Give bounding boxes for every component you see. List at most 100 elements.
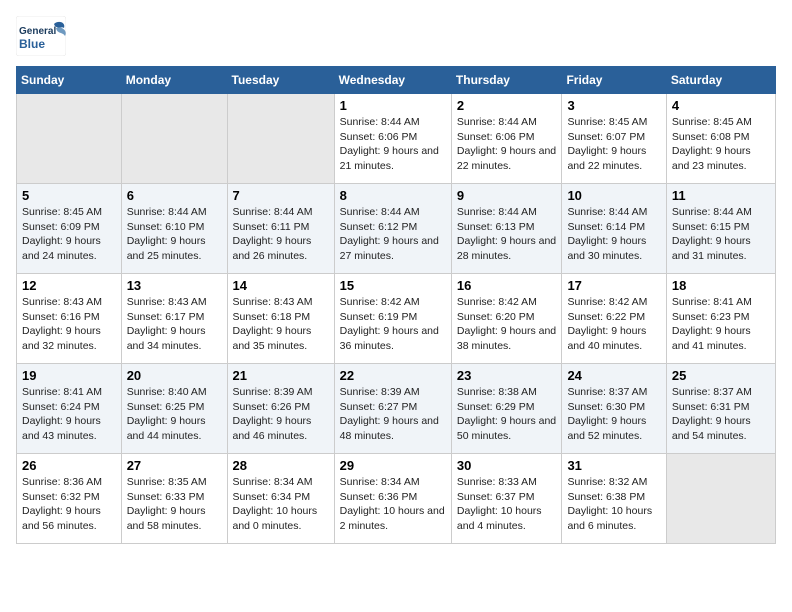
day-cell: 14 Sunrise: 8:43 AMSunset: 6:18 PMDaylig… xyxy=(227,274,334,364)
day-cell: 25 Sunrise: 8:37 AMSunset: 6:31 PMDaylig… xyxy=(666,364,775,454)
week-row-5: 26 Sunrise: 8:36 AMSunset: 6:32 PMDaylig… xyxy=(17,454,776,544)
day-cell: 22 Sunrise: 8:39 AMSunset: 6:27 PMDaylig… xyxy=(334,364,451,454)
day-info: Sunrise: 8:36 AMSunset: 6:32 PMDaylight:… xyxy=(22,476,102,532)
day-cell xyxy=(666,454,775,544)
logo-icon: General Blue xyxy=(16,16,66,56)
day-info: Sunrise: 8:35 AMSunset: 6:33 PMDaylight:… xyxy=(127,476,207,532)
day-info: Sunrise: 8:37 AMSunset: 6:31 PMDaylight:… xyxy=(672,386,752,442)
day-number: 7 xyxy=(233,188,329,203)
day-number: 20 xyxy=(127,368,222,383)
col-header-monday: Monday xyxy=(121,67,227,94)
day-info: Sunrise: 8:44 AMSunset: 6:06 PMDaylight:… xyxy=(340,116,439,172)
day-info: Sunrise: 8:45 AMSunset: 6:08 PMDaylight:… xyxy=(672,116,752,172)
day-number: 30 xyxy=(457,458,557,473)
day-cell: 21 Sunrise: 8:39 AMSunset: 6:26 PMDaylig… xyxy=(227,364,334,454)
day-number: 13 xyxy=(127,278,222,293)
col-header-thursday: Thursday xyxy=(451,67,562,94)
day-info: Sunrise: 8:41 AMSunset: 6:23 PMDaylight:… xyxy=(672,296,752,352)
col-header-wednesday: Wednesday xyxy=(334,67,451,94)
day-info: Sunrise: 8:32 AMSunset: 6:38 PMDaylight:… xyxy=(567,476,652,532)
day-cell: 5 Sunrise: 8:45 AMSunset: 6:09 PMDayligh… xyxy=(17,184,122,274)
day-cell: 16 Sunrise: 8:42 AMSunset: 6:20 PMDaylig… xyxy=(451,274,562,364)
day-number: 19 xyxy=(22,368,116,383)
day-cell: 31 Sunrise: 8:32 AMSunset: 6:38 PMDaylig… xyxy=(562,454,666,544)
calendar-table: SundayMondayTuesdayWednesdayThursdayFrid… xyxy=(16,66,776,544)
day-cell: 27 Sunrise: 8:35 AMSunset: 6:33 PMDaylig… xyxy=(121,454,227,544)
week-row-2: 5 Sunrise: 8:45 AMSunset: 6:09 PMDayligh… xyxy=(17,184,776,274)
day-info: Sunrise: 8:42 AMSunset: 6:19 PMDaylight:… xyxy=(340,296,439,352)
day-info: Sunrise: 8:45 AMSunset: 6:09 PMDaylight:… xyxy=(22,206,102,262)
week-row-1: 1 Sunrise: 8:44 AMSunset: 6:06 PMDayligh… xyxy=(17,94,776,184)
day-number: 27 xyxy=(127,458,222,473)
day-cell: 24 Sunrise: 8:37 AMSunset: 6:30 PMDaylig… xyxy=(562,364,666,454)
day-info: Sunrise: 8:38 AMSunset: 6:29 PMDaylight:… xyxy=(457,386,556,442)
day-cell: 28 Sunrise: 8:34 AMSunset: 6:34 PMDaylig… xyxy=(227,454,334,544)
day-number: 10 xyxy=(567,188,660,203)
col-header-saturday: Saturday xyxy=(666,67,775,94)
day-cell: 1 Sunrise: 8:44 AMSunset: 6:06 PMDayligh… xyxy=(334,94,451,184)
day-info: Sunrise: 8:43 AMSunset: 6:16 PMDaylight:… xyxy=(22,296,102,352)
day-number: 23 xyxy=(457,368,557,383)
day-cell: 2 Sunrise: 8:44 AMSunset: 6:06 PMDayligh… xyxy=(451,94,562,184)
day-info: Sunrise: 8:42 AMSunset: 6:20 PMDaylight:… xyxy=(457,296,556,352)
day-number: 15 xyxy=(340,278,446,293)
day-info: Sunrise: 8:41 AMSunset: 6:24 PMDaylight:… xyxy=(22,386,102,442)
day-number: 29 xyxy=(340,458,446,473)
svg-text:Blue: Blue xyxy=(19,37,45,51)
day-cell: 9 Sunrise: 8:44 AMSunset: 6:13 PMDayligh… xyxy=(451,184,562,274)
day-info: Sunrise: 8:44 AMSunset: 6:11 PMDaylight:… xyxy=(233,206,313,262)
day-info: Sunrise: 8:44 AMSunset: 6:15 PMDaylight:… xyxy=(672,206,752,262)
day-info: Sunrise: 8:39 AMSunset: 6:26 PMDaylight:… xyxy=(233,386,313,442)
day-number: 25 xyxy=(672,368,770,383)
day-info: Sunrise: 8:43 AMSunset: 6:18 PMDaylight:… xyxy=(233,296,313,352)
header: General Blue xyxy=(16,16,776,56)
day-cell: 12 Sunrise: 8:43 AMSunset: 6:16 PMDaylig… xyxy=(17,274,122,364)
day-info: Sunrise: 8:37 AMSunset: 6:30 PMDaylight:… xyxy=(567,386,647,442)
day-number: 9 xyxy=(457,188,557,203)
col-header-tuesday: Tuesday xyxy=(227,67,334,94)
day-cell: 19 Sunrise: 8:41 AMSunset: 6:24 PMDaylig… xyxy=(17,364,122,454)
day-info: Sunrise: 8:45 AMSunset: 6:07 PMDaylight:… xyxy=(567,116,647,172)
day-info: Sunrise: 8:42 AMSunset: 6:22 PMDaylight:… xyxy=(567,296,647,352)
day-cell: 26 Sunrise: 8:36 AMSunset: 6:32 PMDaylig… xyxy=(17,454,122,544)
header-row: SundayMondayTuesdayWednesdayThursdayFrid… xyxy=(17,67,776,94)
day-cell: 8 Sunrise: 8:44 AMSunset: 6:12 PMDayligh… xyxy=(334,184,451,274)
day-info: Sunrise: 8:43 AMSunset: 6:17 PMDaylight:… xyxy=(127,296,207,352)
day-cell: 3 Sunrise: 8:45 AMSunset: 6:07 PMDayligh… xyxy=(562,94,666,184)
day-number: 4 xyxy=(672,98,770,113)
day-info: Sunrise: 8:44 AMSunset: 6:12 PMDaylight:… xyxy=(340,206,439,262)
day-cell: 18 Sunrise: 8:41 AMSunset: 6:23 PMDaylig… xyxy=(666,274,775,364)
day-number: 16 xyxy=(457,278,557,293)
day-info: Sunrise: 8:44 AMSunset: 6:06 PMDaylight:… xyxy=(457,116,556,172)
day-info: Sunrise: 8:34 AMSunset: 6:36 PMDaylight:… xyxy=(340,476,445,532)
day-cell: 11 Sunrise: 8:44 AMSunset: 6:15 PMDaylig… xyxy=(666,184,775,274)
day-number: 24 xyxy=(567,368,660,383)
day-number: 22 xyxy=(340,368,446,383)
day-number: 17 xyxy=(567,278,660,293)
day-cell: 20 Sunrise: 8:40 AMSunset: 6:25 PMDaylig… xyxy=(121,364,227,454)
day-number: 28 xyxy=(233,458,329,473)
day-cell: 29 Sunrise: 8:34 AMSunset: 6:36 PMDaylig… xyxy=(334,454,451,544)
day-number: 11 xyxy=(672,188,770,203)
day-number: 2 xyxy=(457,98,557,113)
day-info: Sunrise: 8:33 AMSunset: 6:37 PMDaylight:… xyxy=(457,476,542,532)
day-cell: 7 Sunrise: 8:44 AMSunset: 6:11 PMDayligh… xyxy=(227,184,334,274)
day-cell: 17 Sunrise: 8:42 AMSunset: 6:22 PMDaylig… xyxy=(562,274,666,364)
day-number: 6 xyxy=(127,188,222,203)
day-cell: 4 Sunrise: 8:45 AMSunset: 6:08 PMDayligh… xyxy=(666,94,775,184)
logo: General Blue xyxy=(16,16,66,56)
day-cell: 6 Sunrise: 8:44 AMSunset: 6:10 PMDayligh… xyxy=(121,184,227,274)
day-info: Sunrise: 8:40 AMSunset: 6:25 PMDaylight:… xyxy=(127,386,207,442)
day-info: Sunrise: 8:44 AMSunset: 6:13 PMDaylight:… xyxy=(457,206,556,262)
day-number: 3 xyxy=(567,98,660,113)
day-cell xyxy=(121,94,227,184)
day-info: Sunrise: 8:39 AMSunset: 6:27 PMDaylight:… xyxy=(340,386,439,442)
week-row-4: 19 Sunrise: 8:41 AMSunset: 6:24 PMDaylig… xyxy=(17,364,776,454)
day-number: 5 xyxy=(22,188,116,203)
day-number: 14 xyxy=(233,278,329,293)
col-header-sunday: Sunday xyxy=(17,67,122,94)
day-number: 8 xyxy=(340,188,446,203)
day-info: Sunrise: 8:44 AMSunset: 6:10 PMDaylight:… xyxy=(127,206,207,262)
day-cell xyxy=(17,94,122,184)
day-number: 31 xyxy=(567,458,660,473)
